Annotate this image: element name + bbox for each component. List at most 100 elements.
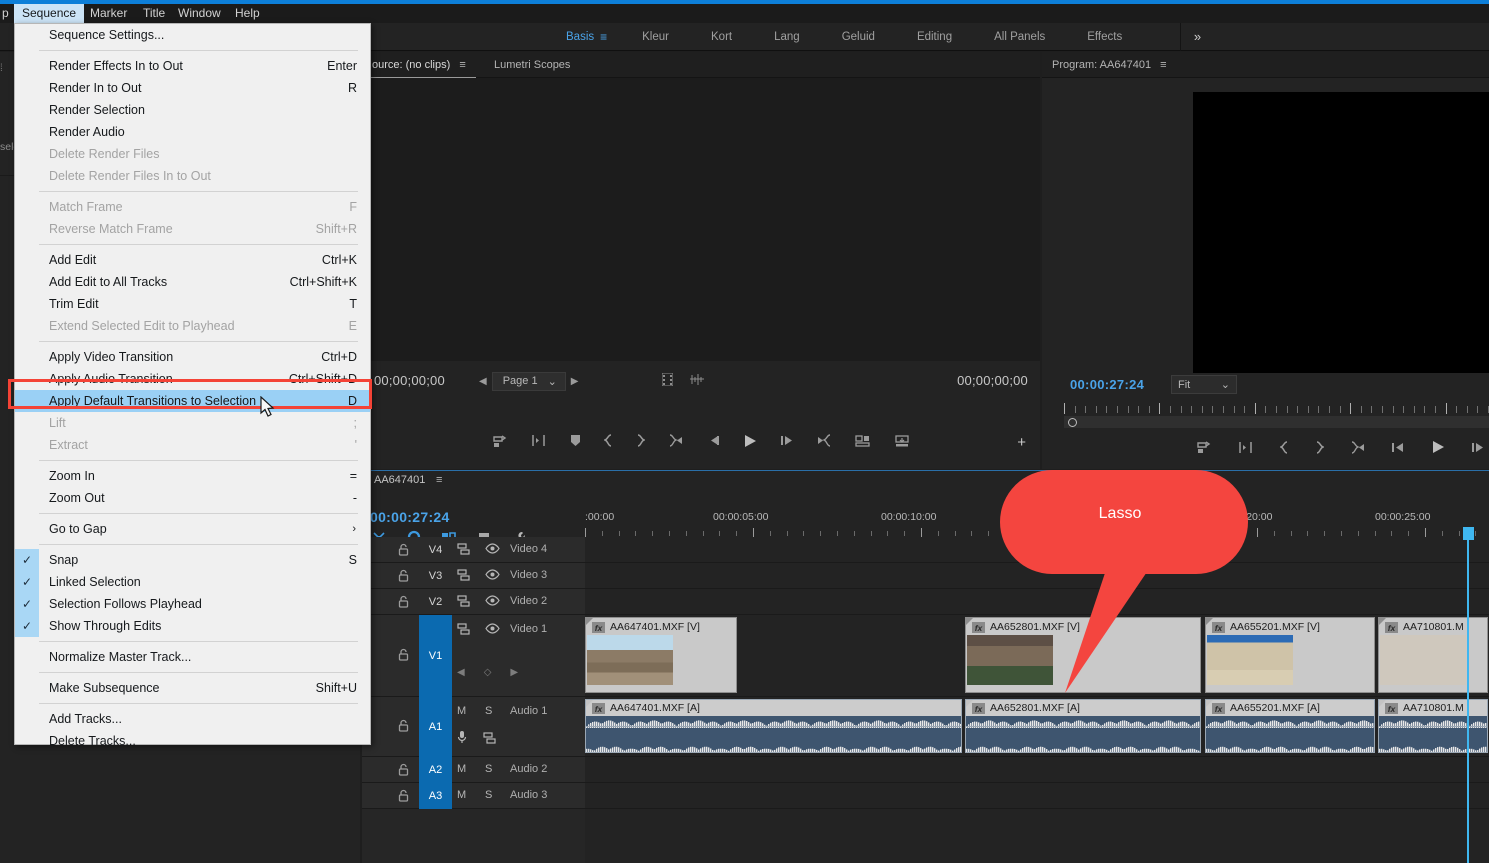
button-editor-add[interactable]: + [1017, 434, 1026, 451]
menu-item-render-in-to-out[interactable]: Render In to Out R [15, 77, 370, 99]
program-zoom-select[interactable]: Fit ⌄ [1171, 375, 1237, 394]
program-scroll-knob[interactable] [1068, 418, 1077, 427]
track-visibility-eye-icon[interactable] [485, 623, 500, 637]
tab-lumetri-scopes[interactable]: Lumetri Scopes [484, 52, 580, 78]
overwrite-icon[interactable] [894, 434, 910, 451]
menu-item-add-edit[interactable]: Add Edit Ctrl+K [15, 249, 370, 271]
play-icon[interactable] [1431, 440, 1445, 457]
timeline-playhead[interactable] [1467, 537, 1469, 863]
track-header-v1[interactable]: V1 Video 1 ◀ ◇ ▶ [362, 615, 585, 697]
track-solo-button[interactable]: S [485, 789, 492, 801]
page-prev-icon[interactable]: ◀ [474, 376, 492, 387]
menu-item-render-selection[interactable]: Render Selection [15, 99, 370, 121]
track-mute-button[interactable]: M [457, 763, 466, 775]
track-header-v3[interactable]: V3 Video 3 [362, 563, 585, 588]
clip-fx-badge[interactable]: fx [592, 622, 605, 633]
track-header-a3[interactable]: A3 M S Audio 3 [362, 783, 585, 809]
timeline-playhead-timecode[interactable]: 00:00:27:24 [370, 509, 450, 525]
track-target-v1[interactable]: V1 [419, 615, 452, 697]
program-panel-menu-icon[interactable]: ≡ [1160, 59, 1166, 71]
track-target-a3[interactable]: A3 [419, 783, 452, 809]
workspace-tab-geluid[interactable]: Geluid [821, 23, 896, 51]
go-to-in-icon[interactable] [1350, 440, 1365, 457]
clip-fx-badge[interactable]: fx [972, 622, 985, 633]
track-visibility-eye-icon[interactable] [485, 543, 500, 557]
menu-item-go-to-gap[interactable]: Go to Gap › [15, 518, 370, 540]
menu-item-apply-audio-transition[interactable]: Apply Audio Transition Ctrl+Shift+D [15, 368, 370, 390]
track-lane-a1[interactable]: fx AA647401.MXF [A] fx AA652801.MXF [A] fx AA… [585, 697, 1489, 756]
track-target-v2[interactable]: V2 [419, 589, 452, 615]
track-header-a2[interactable]: A2 M S Audio 2 [362, 757, 585, 783]
timeline-video-clip[interactable]: fx AA710801.M [1378, 617, 1488, 693]
workspace-tab-kort[interactable]: Kort [690, 23, 753, 51]
step-forward-icon[interactable] [780, 434, 794, 450]
workspace-tab-kleur[interactable]: Kleur [621, 23, 690, 51]
track-voiceover-mic-icon[interactable] [457, 730, 467, 749]
workspace-tab-basis[interactable]: Basis [545, 23, 598, 51]
menu-item-normalize-master-track[interactable]: Normalize Master Track... [15, 646, 370, 668]
track-visibility-eye-icon[interactable] [485, 595, 500, 609]
play-icon[interactable] [743, 434, 757, 451]
lock-icon[interactable] [398, 789, 409, 805]
source-panel-menu-icon[interactable]: ≡ [459, 59, 465, 71]
timeline-audio-clip[interactable]: fx AA647401.MXF [A] [585, 699, 962, 753]
program-time-ruler[interactable] [1064, 401, 1489, 415]
track-target-v3[interactable]: V3 [419, 563, 452, 589]
menu-item-delete-tracks[interactable]: Delete Tracks... [15, 730, 370, 752]
track-mute-button[interactable]: M [457, 789, 466, 801]
workspace-tab-editing[interactable]: Editing [896, 23, 973, 51]
menu-window[interactable]: Window [170, 4, 229, 23]
page-dropdown[interactable]: Page 1 ⌄ [491, 371, 566, 391]
timeline-audio-clip[interactable]: fx AA710801.M [1378, 699, 1488, 753]
track-target-a2[interactable]: A2 [419, 757, 452, 783]
go-to-out-icon[interactable] [817, 434, 832, 450]
menu-title[interactable]: Title [135, 4, 173, 23]
clip-fx-badge[interactable]: fx [1385, 622, 1398, 633]
keyframe-next-icon[interactable]: ▶ [510, 667, 518, 678]
timeline-video-clip[interactable]: fx AA647401.MXF [V] [585, 617, 737, 693]
menu-item-apply-default-transitions-to-selection[interactable]: Apply Default Transitions to Selection D [15, 390, 370, 412]
mark-in-icon[interactable] [602, 434, 613, 450]
mark-in-out-icon[interactable] [1237, 441, 1254, 457]
source-current-timecode[interactable]: 00;00;00;00 [374, 373, 445, 388]
workspace-tab-lang[interactable]: Lang [753, 23, 821, 51]
menu-sequence[interactable]: Sequence [14, 4, 85, 23]
lock-icon[interactable] [398, 719, 409, 735]
menu-item-zoom-out[interactable]: Zoom Out - [15, 487, 370, 509]
workspace-menu-icon[interactable]: ≡ [598, 23, 621, 51]
menu-item-render-effects-in-to-out[interactable]: Render Effects In to Out Enter [15, 55, 370, 77]
menu-item-linked-selection[interactable]: ✓ Linked Selection [15, 571, 370, 593]
track-target-a1[interactable]: A1 [419, 697, 452, 757]
page-next-icon[interactable]: ▶ [566, 376, 584, 387]
track-sync-lock-icon[interactable] [457, 543, 471, 558]
filmstrip-icon[interactable] [661, 372, 674, 389]
track-sync-lock-icon[interactable] [457, 595, 471, 610]
menu-marker[interactable]: Marker [82, 4, 135, 23]
mark-out-icon[interactable] [1315, 440, 1326, 457]
menu-item-trim-edit[interactable]: Trim Edit T [15, 293, 370, 315]
menu-item-add-edit-to-all-tracks[interactable]: Add Edit to All Tracks Ctrl+Shift+K [15, 271, 370, 293]
go-to-in-icon[interactable] [668, 434, 683, 450]
mark-out-icon[interactable] [636, 434, 647, 450]
track-solo-button[interactable]: S [485, 763, 492, 775]
track-sync-lock-icon[interactable] [483, 731, 497, 749]
track-header-v4[interactable]: V4 Video 4 [362, 537, 585, 562]
step-back-icon[interactable] [706, 434, 720, 450]
track-header-v2[interactable]: V2 Video 2 [362, 589, 585, 614]
export-frame-icon[interactable] [492, 434, 507, 451]
keyframe-add-icon[interactable]: ◇ [484, 667, 492, 678]
step-forward-icon[interactable] [1471, 441, 1485, 457]
menu-item-sequence-settings[interactable]: Sequence Settings... [15, 24, 370, 46]
timeline-audio-clip[interactable]: fx AA652801.MXF [A] [965, 699, 1201, 753]
tab-program-monitor[interactable]: Program: AA647401 ≡ [1042, 52, 1177, 78]
menu-item-snap[interactable]: ✓ Snap S [15, 549, 370, 571]
timeline-sequence-name[interactable]: AA647401 [374, 474, 425, 486]
program-video-frame[interactable] [1193, 92, 1489, 373]
program-current-timecode[interactable]: 00:00:27:24 [1070, 377, 1144, 392]
menu-help[interactable]: Help [227, 4, 268, 23]
workspace-tab-all-panels[interactable]: All Panels [973, 23, 1066, 51]
track-mute-button[interactable]: M [457, 705, 466, 717]
menu-item-apply-video-transition[interactable]: Apply Video Transition Ctrl+D [15, 346, 370, 368]
mark-in-out-icon[interactable] [530, 434, 547, 450]
timeline-playhead-handle[interactable] [1463, 527, 1474, 540]
